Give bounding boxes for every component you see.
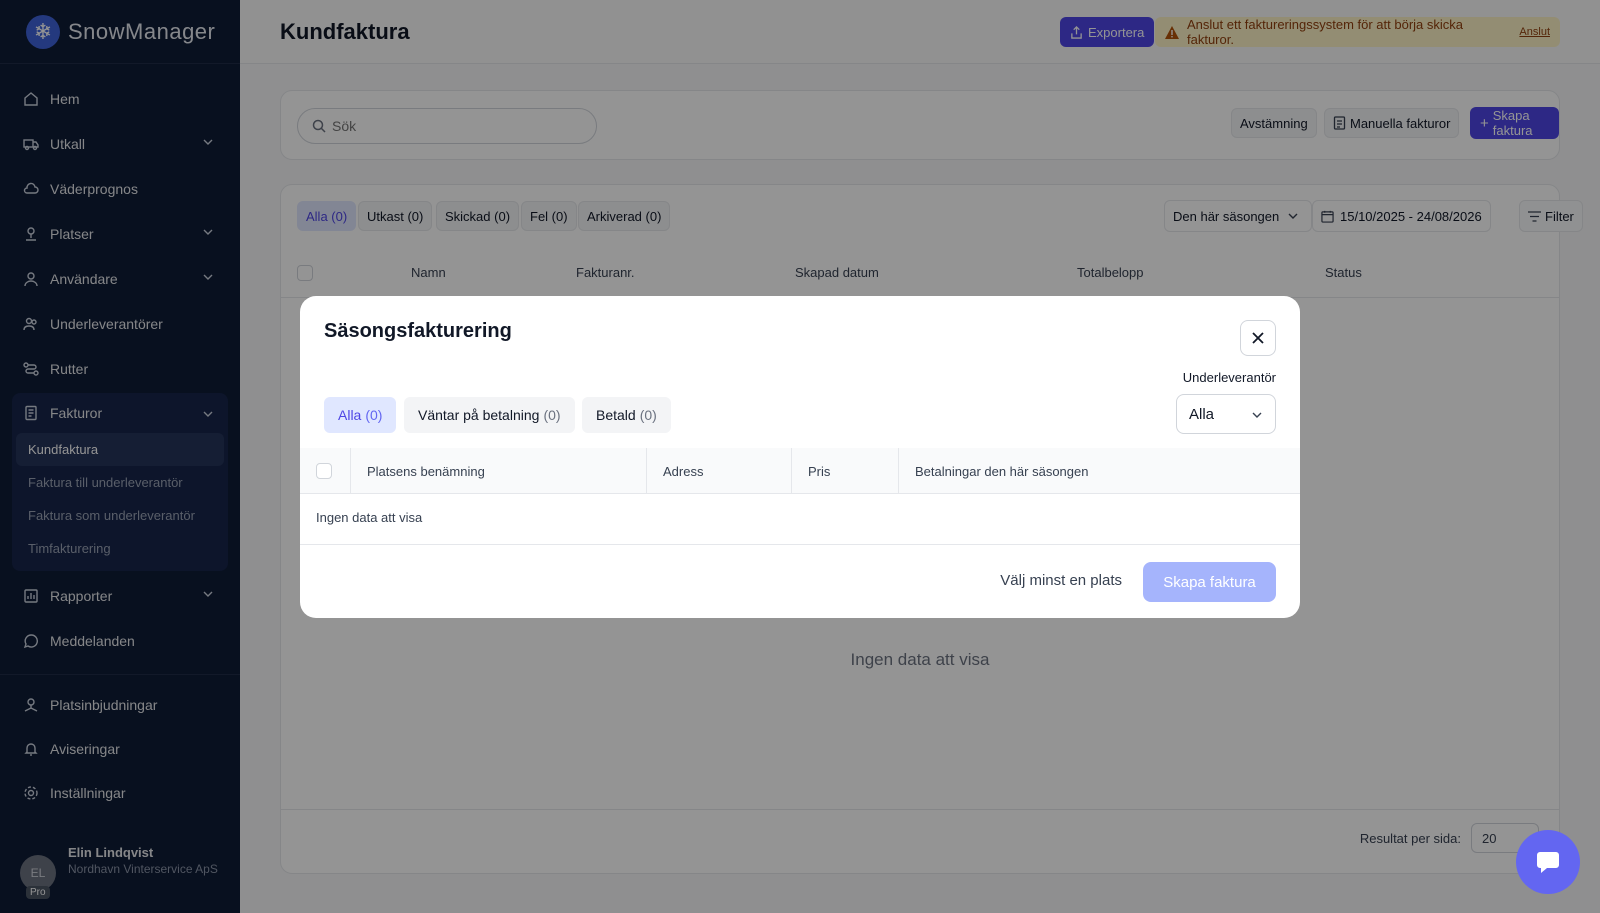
- column-header-platsens-benamning[interactable]: Platsens benämning: [351, 448, 647, 494]
- tab-label: Väntar på betalning: [418, 407, 540, 423]
- select-all-cell: [300, 448, 351, 494]
- modal-tab-vantar[interactable]: Väntar på betalning (0): [404, 397, 575, 433]
- subcontractor-label: Underleverantör: [1182, 370, 1276, 385]
- tab-count: (0): [543, 407, 561, 423]
- chat-launcher-button[interactable]: [1516, 830, 1580, 894]
- close-button[interactable]: [1240, 320, 1276, 356]
- modal-empty-state: Ingen data att visa: [316, 510, 423, 525]
- chat-icon: [1535, 850, 1561, 874]
- modal-footer-divider: [300, 544, 1300, 545]
- modal-tab-alla[interactable]: Alla (0): [324, 397, 397, 433]
- tab-label: Alla: [338, 407, 362, 423]
- modal-title: Säsongsfakturering: [324, 320, 512, 342]
- modal-tab-betald[interactable]: Betald (0): [582, 397, 671, 433]
- chevron-down-icon: [1251, 408, 1263, 425]
- modal-table-header: Platsens benämning Adress Pris Betalning…: [300, 448, 1300, 494]
- selection-hint: Välj minst en plats: [1000, 572, 1122, 589]
- modal-create-invoice-button[interactable]: Skapa faktura: [1143, 562, 1276, 602]
- subcontractor-select[interactable]: Alla: [1176, 394, 1276, 434]
- column-header-adress[interactable]: Adress: [647, 448, 792, 494]
- tab-label: Betald: [596, 407, 636, 423]
- season-invoicing-modal: Säsongsfakturering Alla (0) Väntar på bet…: [300, 296, 1300, 618]
- tab-count: (0): [639, 407, 657, 423]
- column-header-pris[interactable]: Pris: [792, 448, 899, 494]
- column-header-betalningar[interactable]: Betalningar den här säsongen: [899, 448, 1300, 494]
- modal-select-all-checkbox[interactable]: [316, 463, 332, 479]
- close-icon: [1251, 331, 1265, 345]
- subcontractor-value: Alla: [1189, 405, 1215, 423]
- tab-count: (0): [365, 407, 383, 423]
